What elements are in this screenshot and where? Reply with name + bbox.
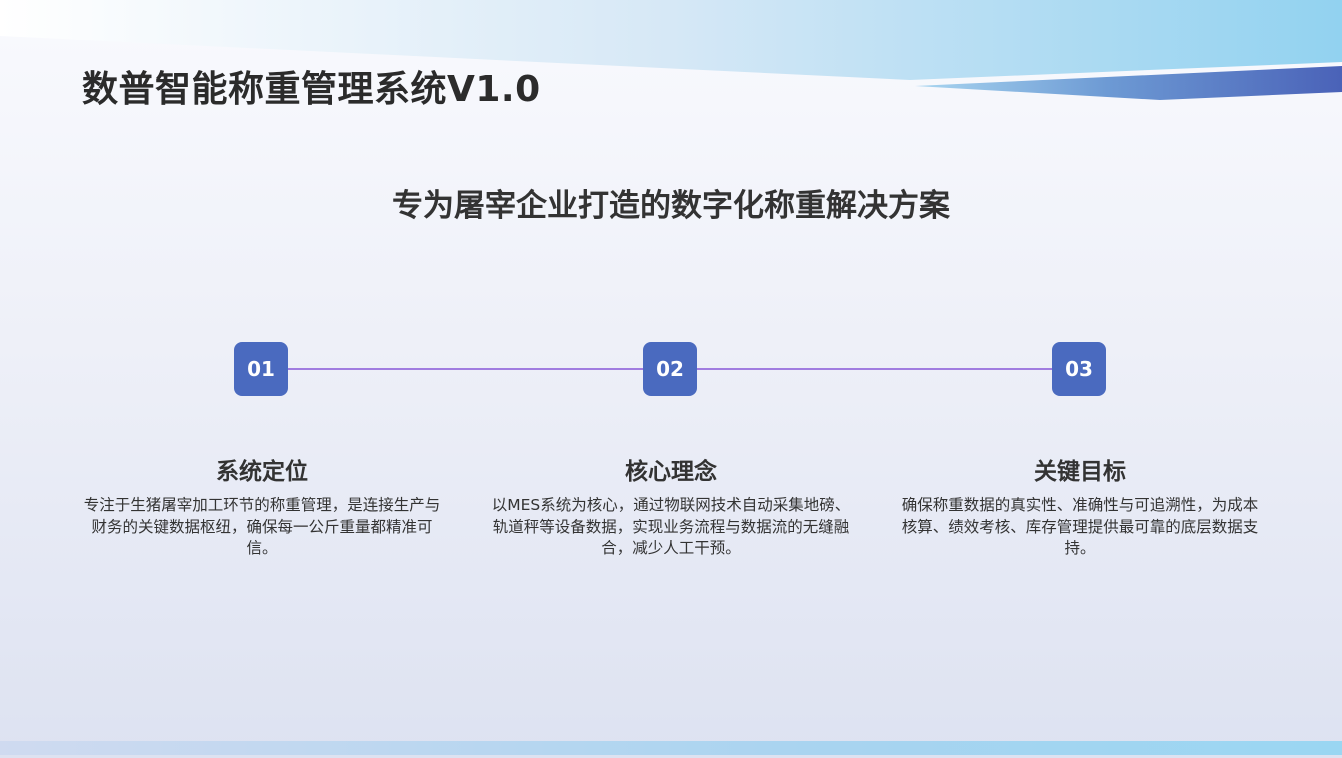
step-heading: 核心理念 bbox=[625, 459, 717, 485]
step-description: 专注于生猪屠宰加工环节的称重管理，是连接生产与财务的关键数据枢纽，确保每一公斤重… bbox=[83, 496, 441, 557]
page-title: 数普智能称重管理系统V1.0 bbox=[82, 69, 541, 110]
footer-bar bbox=[0, 741, 1342, 755]
step-card-positioning: 系统定位 专注于生猪屠宰加工环节的称重管理，是连接生产与财务的关键数据枢纽，确保… bbox=[82, 455, 442, 560]
step-card-goal: 关键目标 确保称重数据的真实性、准确性与可追溯性，为成本核算、绩效考核、库存管理… bbox=[900, 455, 1260, 560]
step-description: 确保称重数据的真实性、准确性与可追溯性，为成本核算、绩效考核、库存管理提供最可靠… bbox=[901, 496, 1259, 557]
step-card-concept: 核心理念 以MES系统为核心，通过物联网技术自动采集地磅、轨道秤等设备数据，实现… bbox=[491, 455, 851, 560]
step-badge-01: 01 bbox=[234, 342, 288, 396]
step-badge-03: 03 bbox=[1052, 342, 1106, 396]
step-heading: 系统定位 bbox=[216, 459, 308, 485]
step-badge-02: 02 bbox=[643, 342, 697, 396]
step-heading: 关键目标 bbox=[1034, 459, 1126, 485]
step-description: 以MES系统为核心，通过物联网技术自动采集地磅、轨道秤等设备数据，实现业务流程与… bbox=[491, 496, 851, 557]
subtitle: 专为屠宰企业打造的数字化称重解决方案 bbox=[392, 188, 950, 224]
